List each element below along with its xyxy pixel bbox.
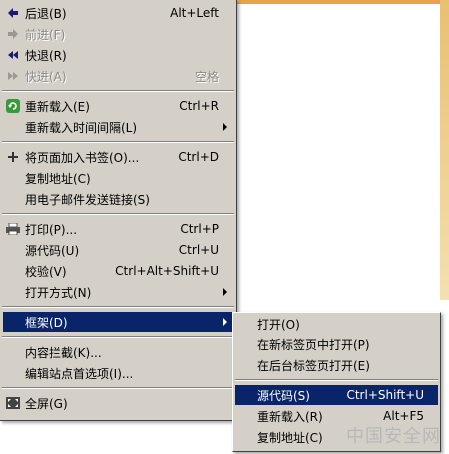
menu-item-add-bookmark[interactable]: 将页面加入书签(O)... Ctrl+D <box>3 147 233 167</box>
menu-item-label: 重新载入时间间隔(L) <box>25 120 138 135</box>
printer-icon <box>5 221 21 237</box>
menu-item-reload-interval[interactable]: 重新载入时间间隔(L) <box>3 117 233 137</box>
menu-item-label: 全屏(G) <box>25 396 68 411</box>
submenu-arrow-icon <box>223 123 227 131</box>
submenu-item-open-new-tab[interactable]: 在新标签页中打开(P) <box>235 334 438 354</box>
add-bookmark-icon <box>5 149 21 165</box>
menu-item-label: 用电子邮件发送链接(S) <box>25 192 150 207</box>
menu-item-fast-forward[interactable]: 快进(A) 空格 <box>3 66 233 86</box>
menu-separator <box>2 141 234 143</box>
fast-forward-icon <box>5 68 21 84</box>
watermark-text: 中国安全网 <box>346 426 441 447</box>
menu-item-label: 源代码(S) <box>257 388 310 403</box>
menu-item-forward[interactable]: 前进(F) <box>3 24 233 44</box>
menu-item-site-prefs[interactable]: 编辑站点首选项(I)... <box>3 363 233 383</box>
menu-item-label: 将页面加入书签(O)... <box>25 150 140 165</box>
menu-item-label: 编辑站点首选项(I)... <box>25 366 134 381</box>
menu-item-label: 源代码(U) <box>25 243 80 258</box>
menu-item-label: 在新标签页中打开(P) <box>257 337 370 352</box>
menu-item-shortcut: Alt+Left <box>170 6 219 20</box>
menu-item-label: 前进(F) <box>25 27 66 42</box>
page-background-edge <box>236 0 449 4</box>
menu-item-view-source[interactable]: 源代码(U) Ctrl+U <box>3 240 233 260</box>
menu-separator <box>2 90 234 92</box>
menu-item-label: 打开(O) <box>257 317 300 332</box>
menu-item-shortcut: 空格 <box>194 69 219 84</box>
page-background-side <box>440 0 449 300</box>
page-background <box>236 0 449 300</box>
menu-item-label: 打印(P)... <box>25 222 78 237</box>
menu-item-label: 后退(B) <box>25 6 67 21</box>
menu-item-label: 快进(A) <box>25 69 67 84</box>
menu-item-back[interactable]: 后退(B) Alt+Left <box>3 3 233 23</box>
submenu-item-open-background-tab[interactable]: 在后台标签页打开(E) <box>235 355 438 375</box>
menu-item-shortcut: Ctrl+D <box>178 150 219 164</box>
menu-item-label: 校验(V) <box>25 264 67 279</box>
menu-item-label: 内容拦截(K)... <box>25 345 102 360</box>
back-arrow-icon <box>5 5 21 21</box>
menu-separator <box>235 379 438 381</box>
context-menu: 后退(B) Alt+Left 前进(F) 快退(R) 快进(A) 空格 重新载入… <box>0 0 237 421</box>
reload-icon <box>5 98 21 114</box>
submenu-arrow-icon <box>223 288 227 296</box>
menu-item-label: 框架(D) <box>25 315 68 330</box>
menu-item-label: 复制地址(C) <box>25 171 91 186</box>
forward-arrow-icon <box>5 26 21 42</box>
menu-item-print[interactable]: 打印(P)... Ctrl+P <box>3 219 233 239</box>
menu-item-rewind[interactable]: 快退(R) <box>3 45 233 65</box>
menu-item-label: 重新载入(E) <box>25 99 90 114</box>
menu-item-shortcut: Ctrl+P <box>180 222 219 236</box>
menu-item-copy-address[interactable]: 复制地址(C) <box>3 168 233 188</box>
menu-separator <box>2 387 234 389</box>
submenu-item-open[interactable]: 打开(O) <box>235 314 438 334</box>
menu-item-validate[interactable]: 校验(V) Ctrl+Alt+Shift+U <box>3 261 233 281</box>
submenu-arrow-icon <box>223 318 227 326</box>
menu-item-send-link[interactable]: 用电子邮件发送链接(S) <box>3 189 233 209</box>
fullscreen-icon <box>5 395 21 411</box>
menu-separator <box>2 336 234 338</box>
menu-item-shortcut: Ctrl+Shift+U <box>346 388 424 402</box>
menu-item-fullscreen[interactable]: 全屏(G) <box>3 393 233 413</box>
menu-separator <box>2 213 234 215</box>
menu-item-reload[interactable]: 重新载入(E) Ctrl+R <box>3 96 233 116</box>
menu-item-shortcut: Ctrl+R <box>179 99 219 113</box>
menu-item-frame[interactable]: 框架(D) <box>3 312 233 332</box>
menu-item-shortcut: Ctrl+U <box>178 243 219 257</box>
menu-item-content-block[interactable]: 内容拦截(K)... <box>3 342 233 362</box>
menu-item-shortcut: Ctrl+Alt+Shift+U <box>115 264 219 278</box>
menu-separator <box>2 306 234 308</box>
menu-item-open-with[interactable]: 打开方式(N) <box>3 282 233 302</box>
menu-item-label: 在后台标签页打开(E) <box>257 358 370 373</box>
submenu-item-view-source[interactable]: 源代码(S) Ctrl+Shift+U <box>235 385 438 405</box>
menu-item-label: 快退(R) <box>25 48 67 63</box>
menu-item-label: 打开方式(N) <box>25 285 92 300</box>
menu-item-shortcut: Alt+F5 <box>383 409 424 423</box>
rewind-icon <box>5 47 21 63</box>
